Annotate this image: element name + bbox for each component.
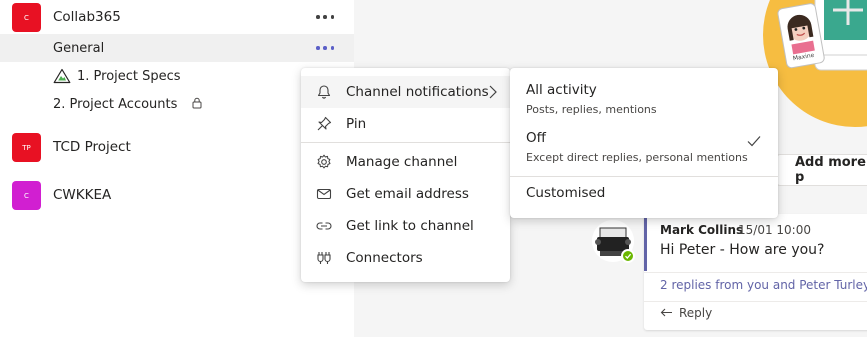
menu-item-get-email-address[interactable]: Get email address <box>301 178 510 210</box>
channel-name: 2. Project Accounts <box>53 96 178 112</box>
envelope-icon <box>316 188 332 200</box>
reply-label: Reply <box>679 306 713 320</box>
chevron-right-icon <box>489 85 497 99</box>
channel-name: General <box>53 40 105 56</box>
notification-option-all-activity[interactable]: All activity Posts, replies, mentions <box>510 76 778 124</box>
submenu-divider <box>510 176 778 177</box>
post-message: Hi Peter - How are you? <box>660 242 825 258</box>
divider <box>644 272 867 273</box>
option-description: Posts, replies, mentions <box>526 103 657 116</box>
warning-triangle-icon <box>53 68 71 84</box>
post-timestamp: 15/01 10:00 <box>738 223 811 237</box>
add-more-button[interactable]: Add more p <box>776 154 867 186</box>
lock-icon <box>192 97 202 108</box>
post-author[interactable]: Mark Collins <box>660 223 743 237</box>
menu-item-connectors[interactable]: Connectors <box>301 242 510 274</box>
channel-name: 1. Project Specs <box>77 68 181 84</box>
team-name: TCD Project <box>53 139 131 155</box>
channel-label-wrap: 2. Project Accounts <box>53 97 202 112</box>
menu-item-label: Get email address <box>346 186 469 202</box>
channel-context-menu: Channel notifications Pin Manage channel… <box>301 68 510 282</box>
connector-icon <box>317 252 331 264</box>
team-avatar: C <box>12 3 41 32</box>
option-title: Off <box>526 130 546 146</box>
menu-item-channel-notifications[interactable]: Channel notifications <box>301 76 510 108</box>
channel-item-general[interactable]: General <box>0 34 354 62</box>
menu-item-label: Connectors <box>346 250 423 266</box>
pin-icon <box>317 116 332 131</box>
reply-button[interactable]: Reply <box>660 306 712 320</box>
notification-option-customised[interactable]: Customised <box>510 178 778 210</box>
team-name: CWKKEA <box>53 187 112 203</box>
team-avatar: TP <box>12 133 41 162</box>
menu-item-label: Pin <box>346 116 367 132</box>
reply-arrow-icon <box>660 308 672 317</box>
post-accent-bar <box>644 214 647 271</box>
replies-summary-link[interactable]: 2 replies from you and Peter Turley <box>660 278 867 292</box>
more-options-icon[interactable] <box>316 10 334 24</box>
link-icon <box>316 222 332 230</box>
menu-item-label: Get link to channel <box>346 218 474 234</box>
option-description: Except direct replies, personal mentions <box>526 151 748 164</box>
team-collab365[interactable]: C Collab365 <box>0 0 354 34</box>
menu-item-get-link-to-channel[interactable]: Get link to channel <box>301 210 510 242</box>
checkmark-icon <box>747 136 761 147</box>
bell-icon <box>317 85 331 99</box>
team-name: Collab365 <box>53 9 121 25</box>
notification-option-off[interactable]: Off Except direct replies, personal ment… <box>510 124 778 172</box>
menu-item-manage-channel[interactable]: Manage channel <box>301 146 510 178</box>
more-options-icon[interactable] <box>316 41 334 55</box>
channel-notifications-submenu: All activity Posts, replies, mentions Of… <box>510 68 778 218</box>
menu-item-label: Manage channel <box>346 154 458 170</box>
option-title: All activity <box>526 82 597 98</box>
team-avatar: C <box>12 181 41 210</box>
menu-item-pin[interactable]: Pin <box>301 108 510 140</box>
menu-divider <box>301 142 510 143</box>
channel-post: Mark Collins 15/01 10:00 Hi Peter - How … <box>644 214 867 330</box>
gear-icon <box>317 154 331 169</box>
option-title: Customised <box>526 185 606 201</box>
presence-available-icon <box>621 249 635 263</box>
divider <box>644 301 867 302</box>
menu-item-label: Channel notifications <box>346 84 489 100</box>
